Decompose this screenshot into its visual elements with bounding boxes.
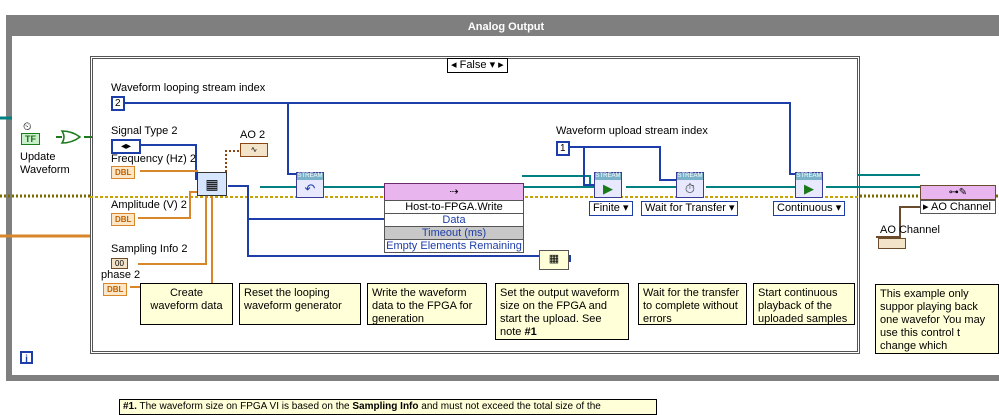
sampling-info-control[interactable]: 00 (111, 258, 128, 269)
update-waveform-label: Update Waveform (20, 151, 70, 176)
stream-wait-node[interactable]: STREAM ⏱ (676, 172, 704, 198)
stream-wait-header: STREAM (677, 173, 703, 180)
fifo-write-title: Host-to-FPGA.Write (384, 200, 524, 214)
stream-start-finite-node[interactable]: STREAM ▶ (594, 172, 622, 198)
comment-reset-generator: Reset the looping waveform generator (239, 283, 361, 325)
play-icon: ▶ (603, 181, 613, 196)
finite-mode-ring[interactable]: Finite ▾ (589, 201, 633, 216)
stopwatch-icon: ⏱ (684, 181, 696, 196)
property-node-header[interactable]: ⊶✎ (920, 185, 996, 200)
chevron-down-icon: ▾ (835, 202, 842, 214)
ao2-label: AO 2 (240, 129, 266, 141)
update-waveform-terminal[interactable]: TF (21, 133, 40, 145)
signal-type-label: Signal Type 2 (111, 125, 178, 137)
note-prefix: #1. (123, 401, 137, 412)
glasses-pencil-icon: ⊶✎ (948, 187, 968, 198)
ao2-indicator-icon[interactable]: ∿ (240, 143, 268, 157)
ao-channel-control[interactable] (878, 238, 906, 249)
create-waveform-subvi-icon[interactable]: ▦ (197, 172, 227, 196)
fifo-write-timeout[interactable]: Timeout (ms) (384, 226, 524, 240)
looping-stream-index-label: Waveform looping stream index (111, 82, 266, 94)
arrow-right-icon: ▸ (923, 201, 929, 213)
comment-set-size-note: #1 (524, 326, 537, 338)
continuous-mode-ring[interactable]: Continuous ▾ (773, 201, 846, 216)
fifo-write-data[interactable]: Data (384, 213, 524, 227)
stream-reset-node[interactable]: STREAM ↶ (296, 172, 324, 198)
reset-arrow-icon: ↶ (304, 181, 316, 196)
stream-start-finite-header: STREAM (595, 173, 621, 180)
frequency-control[interactable]: DBL (111, 166, 136, 179)
comment-set-size-text: Set the output waveform size on the FPGA… (500, 287, 620, 338)
wait-mode-value: Wait for Transfer (645, 202, 726, 214)
phase-control[interactable]: DBL (103, 283, 128, 296)
amplitude-label: Amplitude (V) 2 (111, 199, 187, 211)
looping-stream-index-constant[interactable]: 2 (111, 96, 125, 111)
comment-wait-transfer: Wait for the transfer to complete withou… (638, 283, 747, 325)
upload-stream-index-label: Waveform upload stream index (556, 125, 708, 137)
play-icon: ▶ (804, 181, 814, 196)
frequency-label: Frequency (Hz) 2 (111, 153, 196, 165)
comment-example-support: This example only suppor playing back on… (875, 284, 999, 354)
finite-mode-value: Finite (593, 202, 620, 214)
phase-label: phase 2 (101, 269, 141, 281)
note-text-a: The waveform size on FPGA VI is based on… (136, 401, 353, 412)
ao-channel-property[interactable]: ▸ AO Channel (920, 200, 996, 214)
fifo-arrow-icon: ⇢ (449, 186, 459, 198)
ao-channel-control-label: AO Channel (880, 224, 940, 236)
chevron-down-icon: ▾ (728, 202, 735, 214)
info-icon[interactable]: i (20, 351, 33, 365)
comment-set-size: Set the output waveform size on the FPGA… (495, 283, 629, 340)
array-size-icon[interactable]: ▦ (539, 250, 569, 270)
comment-create-waveform: Create waveform data (140, 283, 233, 325)
continuous-mode-value: Continuous (777, 202, 833, 214)
fifo-write-empty-remaining[interactable]: Empty Elements Remaining (384, 239, 524, 253)
chevron-down-icon: ▾ (622, 202, 629, 214)
note-text-b: and must not exceed the total size of th… (418, 401, 601, 412)
note-bold: Sampling Info (352, 401, 419, 412)
stream-reset-header: STREAM (297, 173, 323, 180)
ao-channel-property-label: AO Channel (930, 201, 991, 213)
wait-mode-ring[interactable]: Wait for Transfer ▾ (641, 201, 739, 216)
amplitude-control[interactable]: DBL (111, 213, 136, 226)
comment-write-fpga: Write the waveform data to the FPGA for … (367, 283, 487, 325)
stream-start-continuous-node[interactable]: STREAM ▶ (795, 172, 823, 198)
sampling-info-label: Sampling Info 2 (111, 243, 188, 255)
note-1: #1. The waveform size on FPGA VI is base… (119, 399, 657, 415)
stream-start-continuous-header: STREAM (796, 173, 822, 180)
comment-start-playback: Start continuous playback of the uploade… (753, 283, 855, 325)
signal-type-control[interactable]: ◂▸ (111, 139, 141, 154)
upload-stream-index-constant[interactable]: 1 (556, 141, 570, 156)
